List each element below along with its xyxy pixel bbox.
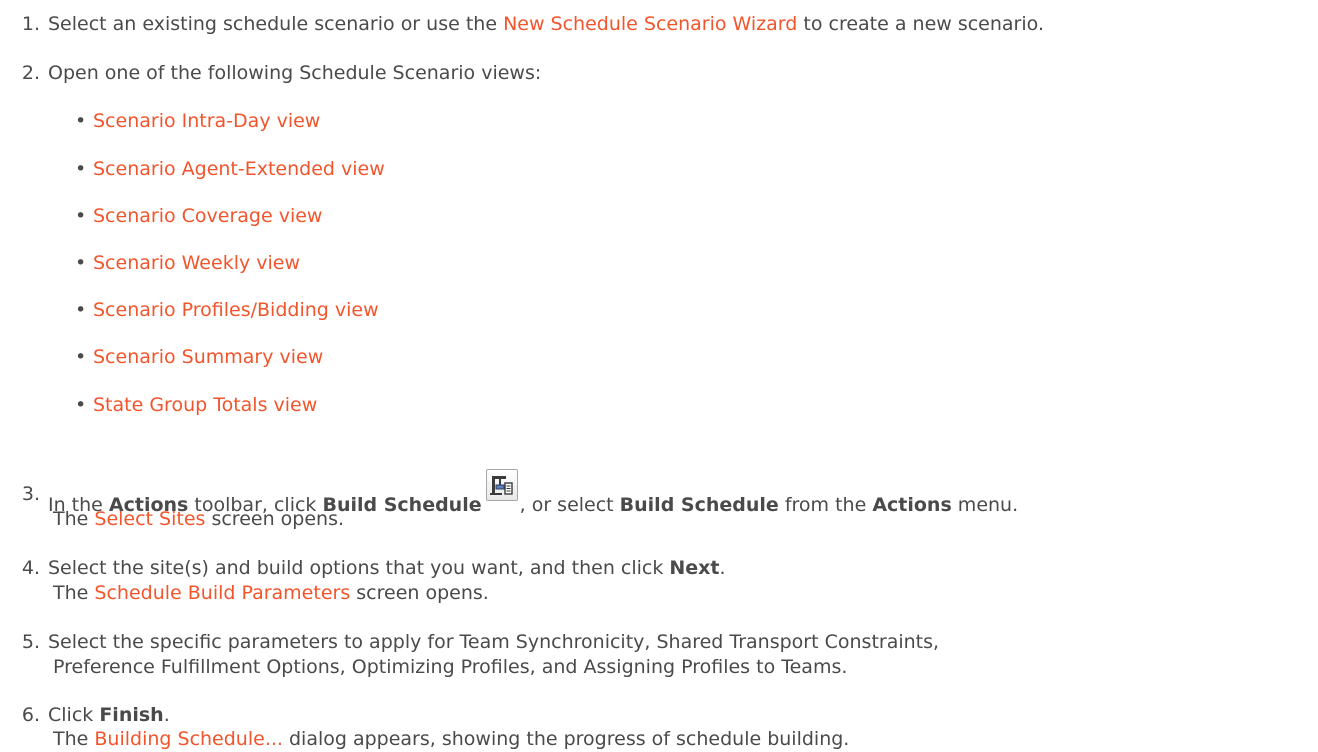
- scenario-coverage-view-link[interactable]: Scenario Coverage view: [93, 203, 322, 229]
- step-6-result: The Building Schedule... dialog appears,…: [53, 726, 849, 752]
- step-text: .: [163, 704, 170, 726]
- step-number: 5.: [21, 631, 40, 653]
- step-text: from the: [778, 494, 873, 516]
- bullet-icon: •: [75, 205, 87, 227]
- next-label: Next: [669, 557, 720, 579]
- building-schedule-link[interactable]: Building Schedule...: [94, 728, 283, 750]
- step-number: 6.: [21, 704, 40, 726]
- step-number: 1.: [21, 13, 40, 35]
- result-text: The: [53, 728, 95, 750]
- bullet-icon: •: [75, 252, 87, 274]
- step-1: Select an existing schedule scenario or …: [48, 11, 1044, 37]
- step-text: Select the site(s) and build options tha…: [48, 557, 670, 579]
- step-4: Select the site(s) and build options tha…: [48, 555, 726, 581]
- step-text: Click: [48, 704, 100, 726]
- state-group-totals-view-link[interactable]: State Group Totals view: [93, 392, 317, 418]
- scenario-summary-view-link[interactable]: Scenario Summary view: [93, 344, 323, 370]
- bullet-icon: •: [75, 299, 87, 321]
- scenario-intra-day-view-link[interactable]: Scenario Intra-Day view: [93, 108, 320, 134]
- step-number: 3.: [21, 483, 40, 505]
- step-5-continued: Preference Fulfillment Options, Optimizi…: [53, 656, 848, 678]
- bullet-icon: •: [75, 394, 87, 416]
- bullet-icon: •: [75, 158, 87, 180]
- step-6: Click Finish.: [48, 702, 170, 728]
- result-text: The: [53, 582, 95, 604]
- step-number: 2.: [21, 62, 40, 84]
- step-text: to create a new scenario.: [797, 13, 1044, 35]
- result-text: screen opens.: [205, 508, 345, 530]
- step-text: , or select: [519, 494, 620, 516]
- build-schedule-icon[interactable]: [485, 469, 518, 501]
- scenario-profiles-bidding-view-link[interactable]: Scenario Profiles/Bidding view: [93, 297, 379, 323]
- step-text: Select an existing schedule scenario or …: [48, 13, 504, 35]
- scenario-weekly-view-link[interactable]: Scenario Weekly view: [93, 250, 300, 276]
- result-text: The: [53, 508, 95, 530]
- instructions-document: 1. Select an existing schedule scenario …: [0, 0, 1318, 752]
- finish-label: Finish: [99, 704, 164, 726]
- bullet-icon: •: [75, 346, 87, 368]
- step-4-result: The Schedule Build Parameters screen ope…: [53, 580, 489, 606]
- select-sites-link[interactable]: Select Sites: [94, 508, 205, 530]
- step-2: Open one of the following Schedule Scena…: [48, 62, 542, 84]
- build-schedule-label: Build Schedule: [619, 494, 779, 516]
- build-schedule-label: Build Schedule: [322, 494, 482, 516]
- actions-label: Actions: [872, 494, 952, 516]
- scenario-agent-extended-view-link[interactable]: Scenario Agent-Extended view: [93, 156, 385, 182]
- result-text: screen opens.: [350, 582, 489, 604]
- step-text: .: [719, 557, 726, 579]
- schedule-build-parameters-link[interactable]: Schedule Build Parameters: [94, 582, 350, 604]
- result-text: dialog appears, showing the progress of …: [282, 728, 850, 750]
- step-5: Select the specific parameters to apply …: [48, 631, 940, 653]
- bullet-icon: •: [75, 110, 87, 132]
- step-number: 4.: [21, 557, 40, 579]
- step-3-result: The Select Sites screen opens.: [53, 506, 344, 532]
- new-schedule-scenario-wizard-link[interactable]: New Schedule Scenario Wizard: [503, 13, 797, 35]
- step-text: menu.: [951, 494, 1019, 516]
